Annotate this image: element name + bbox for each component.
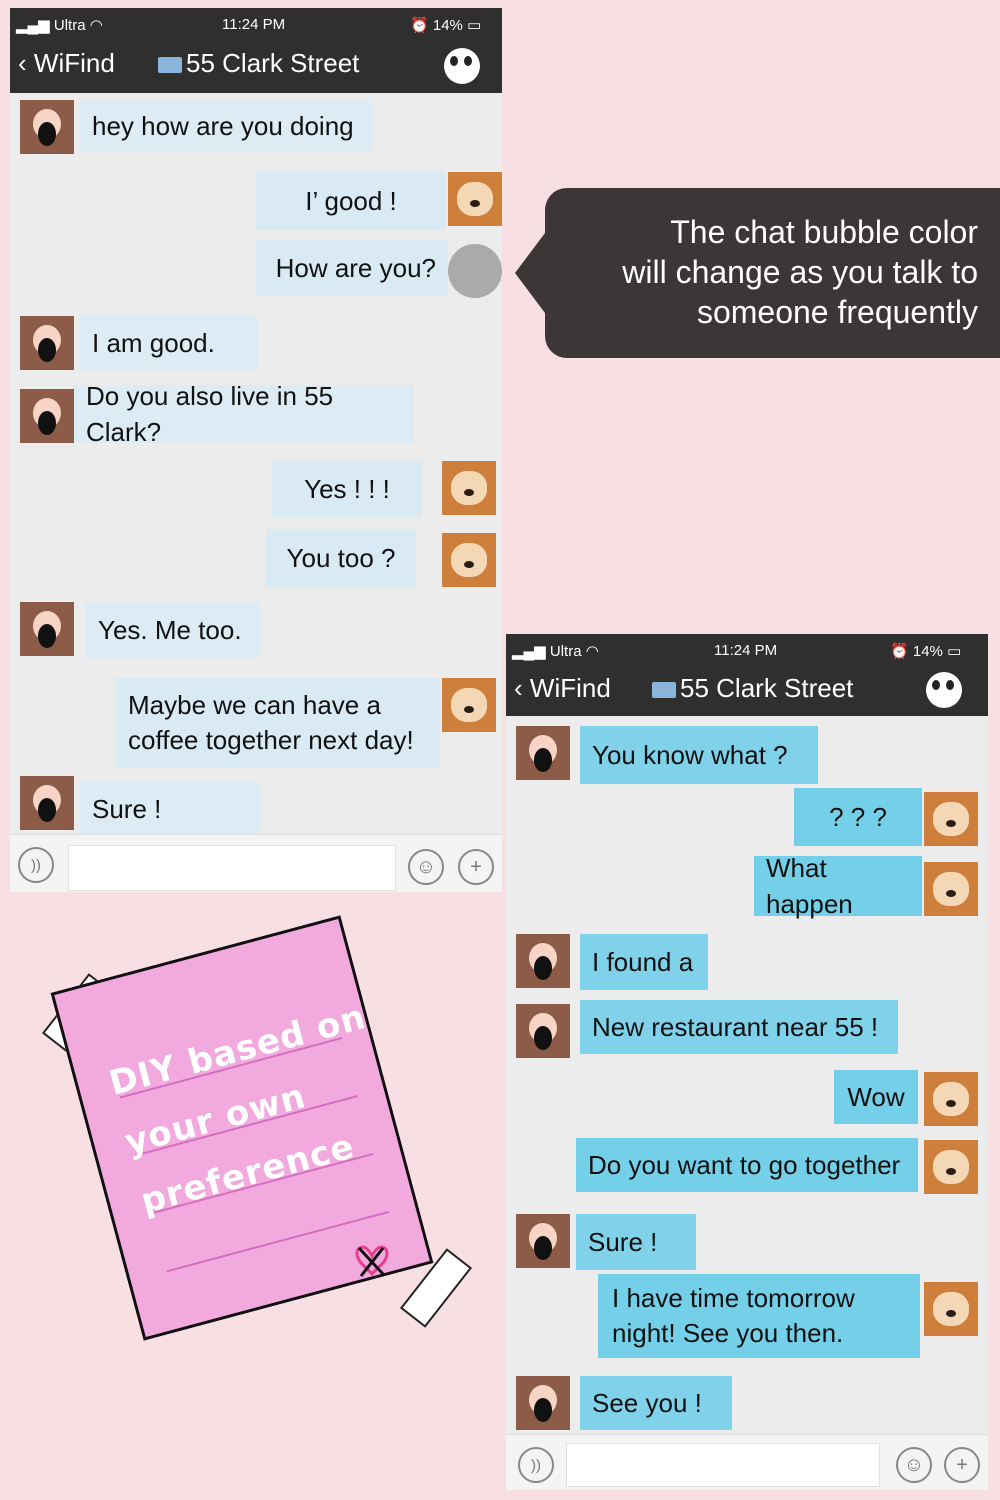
back-label: WiFind (529, 673, 611, 703)
message-input-bar: )) ☺ + (10, 834, 502, 892)
signal-icon (652, 682, 676, 699)
avatar[interactable] (924, 1282, 978, 1336)
message-bubble: New restaurant near 55 ! (580, 1000, 898, 1054)
status-bar: ▂▄▆ Ultra ◠ 11:24 PM ⏰ 14% ▭ (10, 8, 502, 38)
battery-icon: ▭ (947, 643, 962, 660)
status-time: 11:24 PM (222, 16, 286, 33)
chat-title-text: 55 Clark Street (186, 48, 360, 78)
avatar[interactable] (924, 1140, 978, 1194)
message-bubble: hey how are you doing (80, 100, 372, 152)
chat-header: ‹ WiFind 55 Clark Street (506, 664, 988, 716)
battery-text: 14% (912, 643, 943, 660)
alarm-icon: ⏰ (410, 17, 429, 34)
alarm-icon: ⏰ (890, 643, 909, 660)
message-bubble: Maybe we can have a coffee together next… (116, 678, 440, 768)
chevron-left-icon: ‹ (18, 48, 27, 78)
avatar[interactable] (516, 1376, 570, 1430)
signal-icon: ▂▄▆ (16, 17, 50, 34)
message-bubble: Do you also live in 55 Clark? (74, 381, 414, 447)
chat-title: 55 Clark Street (652, 673, 853, 704)
avatar[interactable] (20, 316, 74, 370)
avatar[interactable] (20, 602, 74, 656)
avatar[interactable] (516, 934, 570, 988)
battery-label: ⏰ 14% ▭ (410, 16, 481, 34)
battery-icon: ▭ (467, 17, 482, 34)
message-bubble: Wow (834, 1070, 918, 1124)
message-bubble: What happen (754, 853, 922, 919)
avatar[interactable] (516, 1004, 570, 1058)
chevron-left-icon: ‹ (514, 673, 523, 703)
avatar[interactable] (924, 1072, 978, 1126)
plus-icon[interactable]: + (458, 849, 494, 885)
carrier-label: ▂▄▆ Ultra ◠ (16, 16, 103, 34)
carrier-text: Ultra (549, 643, 582, 660)
message-bubble: I am good. (80, 316, 258, 370)
panda-icon[interactable] (926, 672, 962, 708)
voice-icon[interactable]: )) (18, 847, 54, 883)
message-bubble: I’ good ! (256, 172, 446, 230)
message-bubble: Sure ! (80, 782, 260, 836)
avatar[interactable] (516, 1214, 570, 1268)
plus-icon[interactable]: + (944, 1447, 980, 1483)
message-bubble: You too ? (266, 529, 416, 587)
message-bubble: I have time tomorrow night! See you then… (598, 1274, 920, 1358)
back-label: WiFind (33, 48, 115, 78)
chat-title: 55 Clark Street (158, 48, 359, 79)
message-bubble: Do you want to go together (576, 1138, 918, 1192)
back-button[interactable]: ‹ WiFind (514, 673, 611, 704)
avatar[interactable] (516, 726, 570, 780)
message-bubble: You know what ? (580, 726, 818, 784)
message-bubble: ? ? ? (794, 788, 922, 846)
status-time: 11:24 PM (714, 642, 778, 659)
second-chat-screenshot: ▂▄▆ Ultra ◠ 11:24 PM ⏰ 14% ▭ ‹ WiFind 55… (506, 634, 988, 1490)
panda-icon[interactable] (444, 48, 480, 84)
emoji-icon[interactable]: ☺ (408, 849, 444, 885)
avatar[interactable] (448, 244, 502, 298)
carrier-label: ▂▄▆ Ultra ◠ (512, 642, 599, 660)
heart-icon (355, 1245, 389, 1277)
message-bubble: Yes ! ! ! (272, 461, 422, 517)
message-bubble: How are you? (256, 240, 448, 296)
battery-text: 14% (432, 17, 463, 34)
message-input[interactable] (566, 1443, 880, 1487)
avatar[interactable] (20, 776, 74, 830)
emoji-icon[interactable]: ☺ (896, 1447, 932, 1483)
avatar[interactable] (448, 172, 502, 226)
message-input-bar: )) ☺ + (506, 1434, 988, 1490)
back-button[interactable]: ‹ WiFind (18, 48, 115, 79)
signal-icon: ▂▄▆ (512, 643, 546, 660)
carrier-text: Ultra (53, 17, 86, 34)
avatar[interactable] (442, 533, 496, 587)
avatar[interactable] (442, 678, 496, 732)
message-bubble: I found a (580, 934, 708, 990)
diy-text-line: DIY based on (105, 997, 371, 1104)
signal-icon (158, 57, 182, 74)
wifi-icon: ◠ (89, 17, 103, 34)
chat-header: ‹ WiFind 55 Clark Street (10, 38, 502, 93)
avatar[interactable] (442, 461, 496, 515)
status-bar: ▂▄▆ Ultra ◠ 11:24 PM ⏰ 14% ▭ (506, 634, 988, 664)
avatar[interactable] (20, 100, 74, 154)
voice-icon[interactable]: )) (518, 1447, 554, 1483)
message-bubble: Sure ! (576, 1214, 696, 1270)
avatar[interactable] (924, 862, 978, 916)
info-callout: The chat bubble color will change as you… (515, 188, 1000, 358)
message-input[interactable] (68, 845, 396, 891)
first-chat-screenshot: ▂▄▆ Ultra ◠ 11:24 PM ⏰ 14% ▭ ‹ WiFind 55… (10, 8, 502, 892)
message-bubble: Yes. Me too. (86, 602, 260, 658)
avatar[interactable] (20, 389, 74, 443)
avatar[interactable] (924, 792, 978, 846)
battery-label: ⏰ 14% ▭ (890, 642, 961, 660)
wifi-icon: ◠ (585, 643, 599, 660)
message-bubble: See you ! (580, 1376, 732, 1430)
chat-title-text: 55 Clark Street (680, 673, 854, 703)
